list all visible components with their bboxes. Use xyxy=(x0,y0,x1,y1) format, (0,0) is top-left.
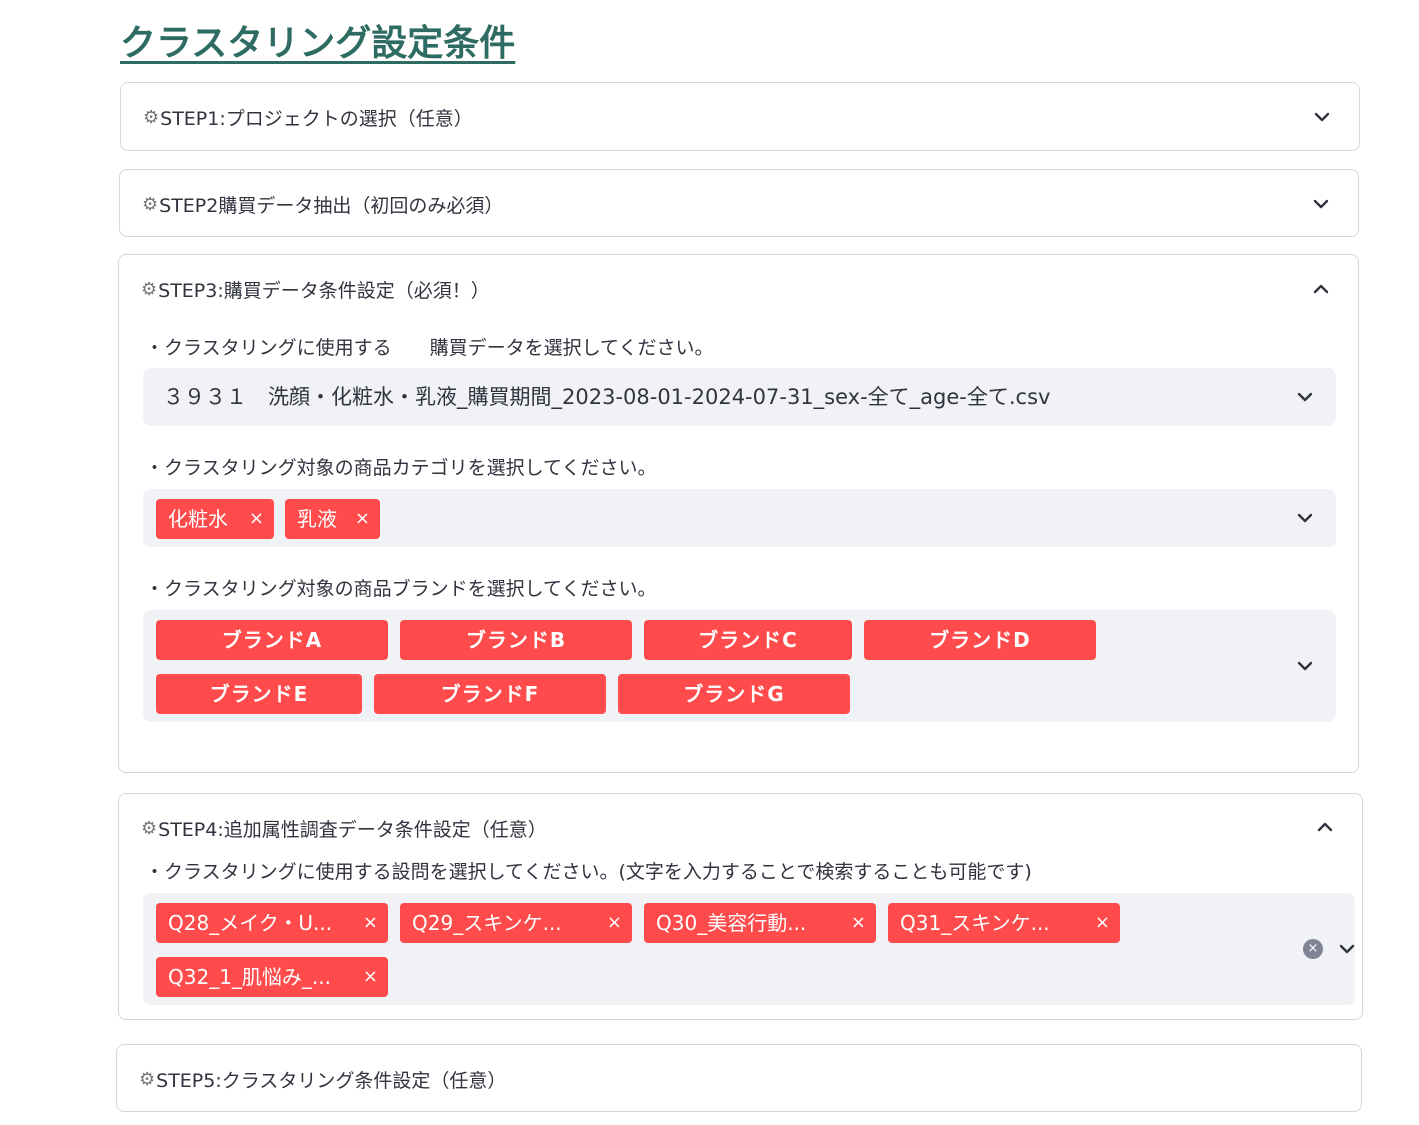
chevron-down-icon[interactable] xyxy=(1337,939,1357,959)
purchase-data-value: ３９３１ 洗顔・化粧水・乳液_購買期間_2023-08-01-2024-07-3… xyxy=(163,385,1051,409)
expander-header-step1[interactable]: ⚙ STEP1:プロジェクトの選択（任意） xyxy=(121,83,1359,151)
question-tag[interactable]: Q32_1_肌悩み_... × xyxy=(156,957,388,997)
chevron-down-icon[interactable] xyxy=(1311,194,1331,214)
brand-tag[interactable]: ブランドB xyxy=(400,620,632,660)
expander-header-step4[interactable]: ⚙ STEP4:追加属性調査データ条件設定（任意） xyxy=(119,794,1362,862)
chevron-down-icon[interactable] xyxy=(1295,656,1315,676)
expander-step5[interactable]: ⚙ STEP5:クラスタリング条件設定（任意） xyxy=(116,1044,1362,1112)
brand-tag[interactable]: ブランドG xyxy=(618,674,850,714)
step5-label: STEP5:クラスタリング条件設定（任意） xyxy=(156,1069,507,1092)
purchase-data-label: ・クラスタリングに使用する 購買データを選択してください。 xyxy=(145,337,714,359)
page-title: クラスタリング設定条件 xyxy=(120,23,516,64)
question-label: ・クラスタリングに使用する設問を選択してください。(文字を入力することで検索する… xyxy=(145,861,1032,883)
brand-tag[interactable]: ブランドE xyxy=(156,674,362,714)
expander-header-step5[interactable]: ⚙ STEP5:クラスタリング条件設定（任意） xyxy=(117,1045,1361,1113)
category-multiselect[interactable]: 化粧水 × 乳液 × xyxy=(143,489,1336,547)
question-tag[interactable]: Q30_美容行動... × xyxy=(644,903,876,943)
question-tag[interactable]: Q28_メイク・U... × xyxy=(156,903,388,943)
step3-label: STEP3:購買データ条件設定（必須！） xyxy=(158,279,490,302)
chevron-down-icon[interactable] xyxy=(1295,387,1315,407)
purchase-data-select[interactable]: ３９３１ 洗顔・化粧水・乳液_購買期間_2023-08-01-2024-07-3… xyxy=(143,368,1336,426)
remove-icon[interactable]: × xyxy=(249,499,264,539)
expander-step4: ⚙ STEP4:追加属性調査データ条件設定（任意） ・クラスタリングに使用する設… xyxy=(118,793,1363,1020)
clear-all-icon[interactable]: × xyxy=(1303,939,1323,959)
remove-icon[interactable]: × xyxy=(363,957,378,997)
gear-icon: ⚙ xyxy=(141,278,158,300)
brand-tag[interactable]: ブランドD xyxy=(864,620,1096,660)
expander-step3: ⚙ STEP3:購買データ条件設定（必須！） ・クラスタリングに使用する 購買デ… xyxy=(118,254,1359,773)
gear-icon: ⚙ xyxy=(141,817,158,839)
brand-tag[interactable]: ブランドA xyxy=(156,620,388,660)
expander-step2[interactable]: ⚙ STEP2購買データ抽出（初回のみ必須） xyxy=(119,169,1359,237)
step2-label: STEP2購買データ抽出（初回のみ必須） xyxy=(159,194,504,217)
expander-header-step3[interactable]: ⚙ STEP3:購買データ条件設定（必須！） xyxy=(119,255,1358,323)
expander-header-step2[interactable]: ⚙ STEP2購買データ抽出（初回のみ必須） xyxy=(120,170,1358,238)
remove-icon[interactable]: × xyxy=(355,499,370,539)
chevron-up-icon[interactable] xyxy=(1315,817,1335,837)
brand-tag[interactable]: ブランドC xyxy=(644,620,852,660)
chevron-up-icon[interactable] xyxy=(1311,279,1331,299)
brand-label: ・クラスタリング対象の商品ブランドを選択してください。 xyxy=(145,578,657,600)
brand-multiselect[interactable]: ブランドA ブランドB ブランドC ブランドD ブランドE ブランドF ブランド… xyxy=(143,610,1336,722)
question-multiselect[interactable]: Q28_メイク・U... × Q29_スキンケ... × Q30_美容行動...… xyxy=(143,893,1355,1005)
question-tag[interactable]: Q31_スキンケ... × xyxy=(888,903,1120,943)
category-tag[interactable]: 化粧水 × xyxy=(156,499,274,539)
brand-tag[interactable]: ブランドF xyxy=(374,674,606,714)
remove-icon[interactable]: × xyxy=(363,903,378,943)
step1-label: STEP1:プロジェクトの選択（任意） xyxy=(160,107,473,130)
chevron-down-icon[interactable] xyxy=(1295,508,1315,528)
gear-icon: ⚙ xyxy=(139,1068,156,1090)
category-tag[interactable]: 乳液 × xyxy=(285,499,380,539)
gear-icon: ⚙ xyxy=(142,193,159,215)
question-tag[interactable]: Q29_スキンケ... × xyxy=(400,903,632,943)
chevron-down-icon[interactable] xyxy=(1312,107,1332,127)
gear-icon: ⚙ xyxy=(143,106,160,128)
step4-label: STEP4:追加属性調査データ条件設定（任意） xyxy=(158,818,547,841)
remove-icon[interactable]: × xyxy=(1095,903,1110,943)
expander-step1[interactable]: ⚙ STEP1:プロジェクトの選択（任意） xyxy=(120,82,1360,151)
remove-icon[interactable]: × xyxy=(607,903,622,943)
category-label: ・クラスタリング対象の商品カテゴリを選択してください。 xyxy=(145,457,657,479)
remove-icon[interactable]: × xyxy=(851,903,866,943)
